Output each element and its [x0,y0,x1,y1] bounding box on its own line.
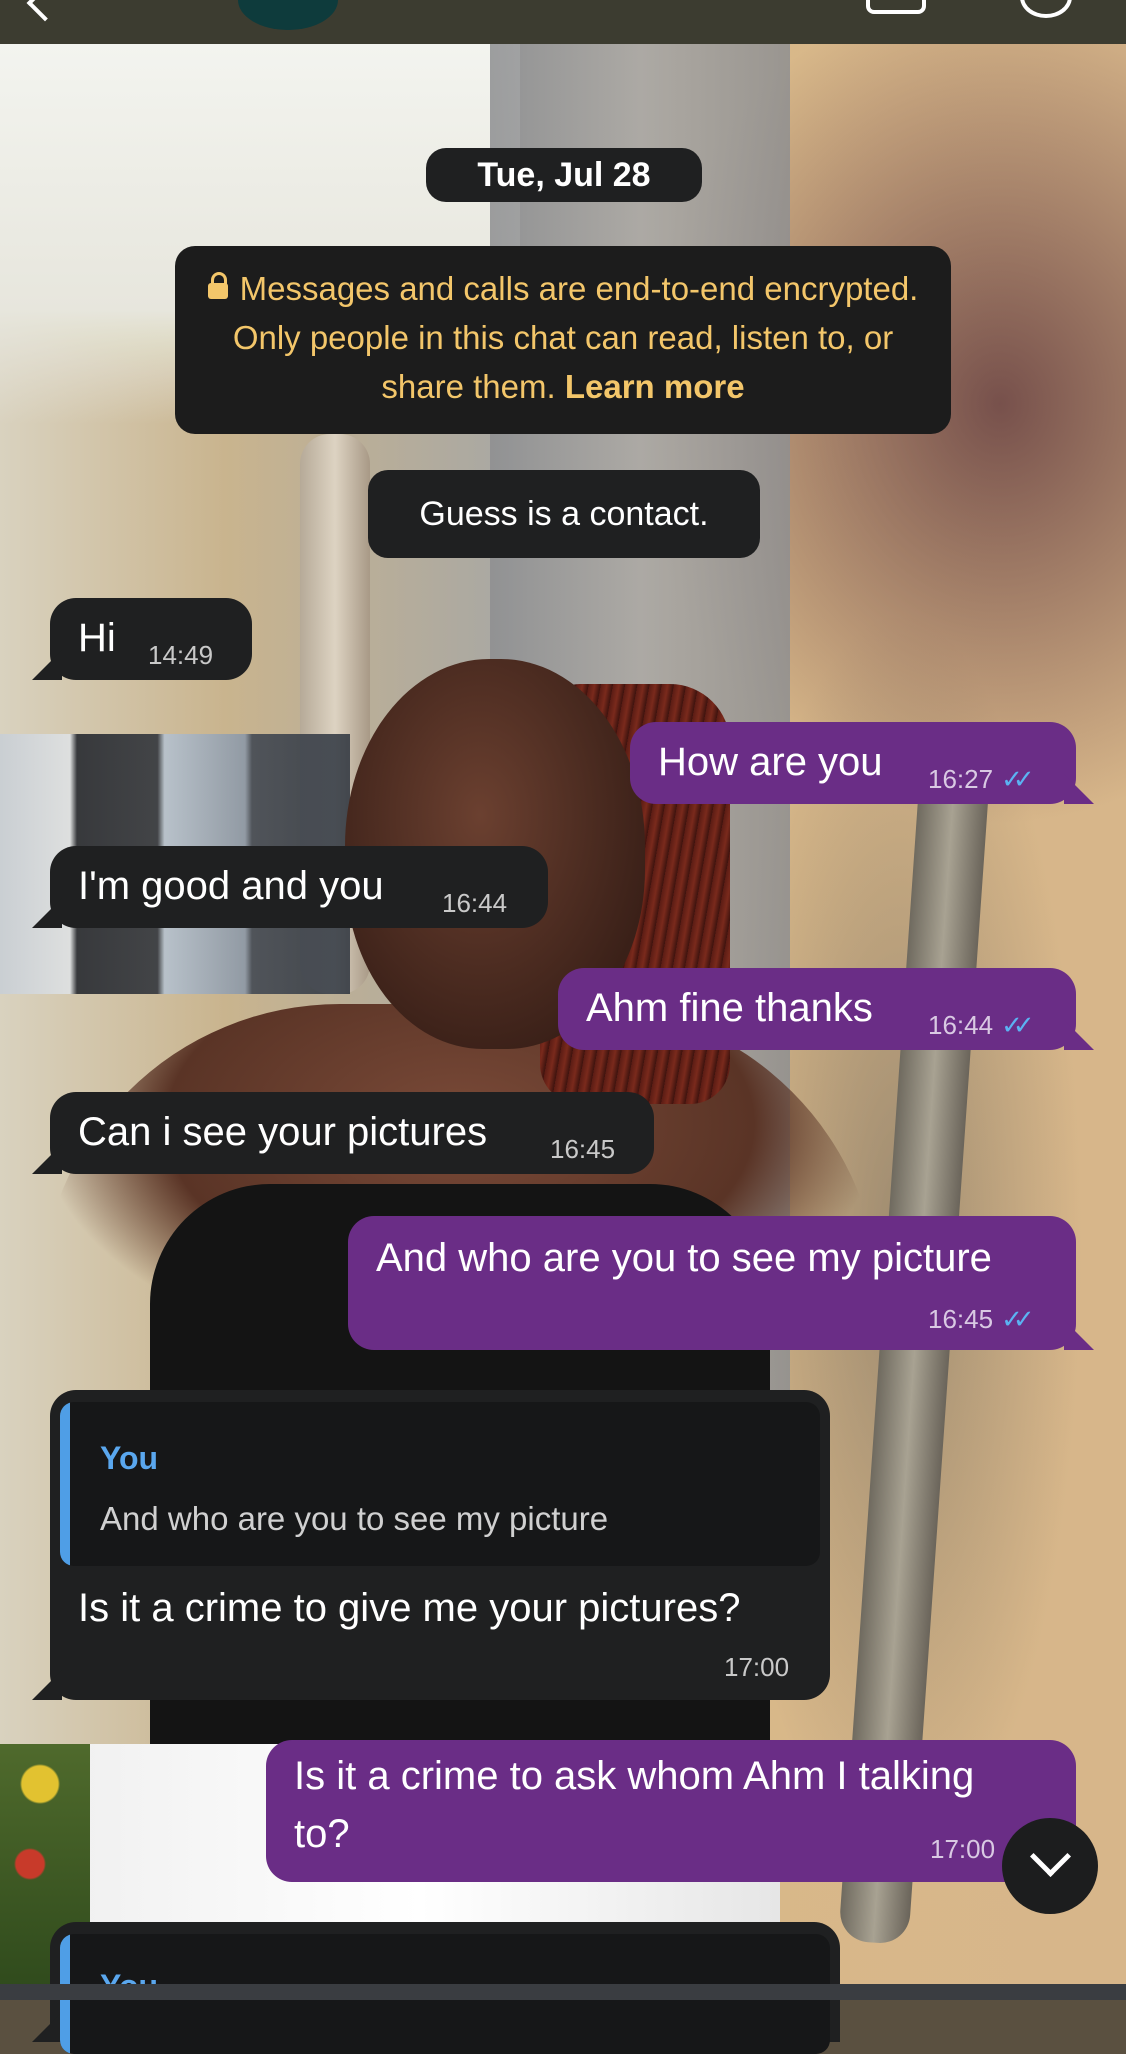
chat-header [0,0,1126,44]
encryption-notice[interactable]: Messages and calls are end-to-end encryp… [175,246,951,434]
message-outgoing[interactable]: Is it a crime to ask whom Ahm I talking … [266,1740,1094,1882]
message-time-value: 16:44 [928,1010,994,1040]
composer-bar-edge [0,1984,1126,2000]
phone-call-icon[interactable] [1020,0,1072,18]
scroll-to-bottom-button[interactable] [1002,1818,1098,1914]
read-ticks-icon: ✓✓ [1001,1304,1034,1334]
message-outgoing[interactable]: Ahm fine thanks 16:44 ✓✓ [558,968,1094,1050]
message-text: Is it a crime to give me your pictures? [78,1586,741,1630]
system-message: Guess is a contact. [368,470,760,558]
message-time: 14:49 [148,640,214,670]
avatar[interactable] [238,0,338,30]
message-incoming-reply[interactable]: You [32,1922,840,2054]
read-ticks-icon: ✓✓ [1001,764,1034,794]
message-time: 16:27 ✓✓ [928,764,1034,795]
message-time: 16:44 [442,888,508,918]
learn-more-link[interactable]: Learn more [565,368,745,405]
quoted-author: You [100,1440,159,1476]
message-incoming[interactable]: Hi 14:49 [32,598,252,680]
message-time-value: 16:27 [928,764,994,794]
message-time: 17:00 [724,1652,790,1682]
message-incoming-reply[interactable]: You And who are you to see my picture Is… [32,1390,830,1700]
message-time: 17:00 [930,1834,996,1864]
message-text: How are you [658,740,883,784]
message-text: I'm good and you [78,864,384,908]
quoted-text: And who are you to see my picture [100,1500,609,1537]
message-time-value: 16:45 [928,1304,994,1334]
message-text-line: Is it a crime to ask whom Ahm I talking [294,1754,975,1798]
message-text: Ahm fine thanks [586,986,873,1030]
message-text: Hi [78,616,116,660]
back-arrow-icon[interactable] [26,0,64,22]
message-text: Can i see your pictures [78,1110,488,1154]
message-time: 16:45 ✓✓ [928,1304,1034,1335]
message-text-line: to? [294,1812,350,1856]
message-list[interactable]: Tue, Jul 28 Messages and calls are end-t… [0,44,1126,2054]
quoted-message[interactable]: You And who are you to see my picture [60,1402,820,1566]
message-time: 16:45 [550,1134,616,1164]
message-incoming[interactable]: Can i see your pictures 16:45 [32,1092,654,1174]
chevron-down-icon [1029,1835,1072,1878]
quote-accent-bar [60,1402,70,1566]
message-incoming[interactable]: I'm good and you 16:44 [32,846,548,928]
message-outgoing[interactable]: How are you 16:27 ✓✓ [630,722,1094,804]
read-ticks-icon: ✓✓ [1001,1010,1034,1040]
message-outgoing[interactable]: And who are you to see my picture 16:45 ✓… [348,1216,1094,1350]
message-text: And who are you to see my picture [376,1236,992,1280]
lock-icon [207,272,228,300]
date-separator: Tue, Jul 28 [426,148,702,202]
message-time: 16:44 ✓✓ [928,1010,1034,1041]
video-call-icon[interactable] [866,0,926,14]
